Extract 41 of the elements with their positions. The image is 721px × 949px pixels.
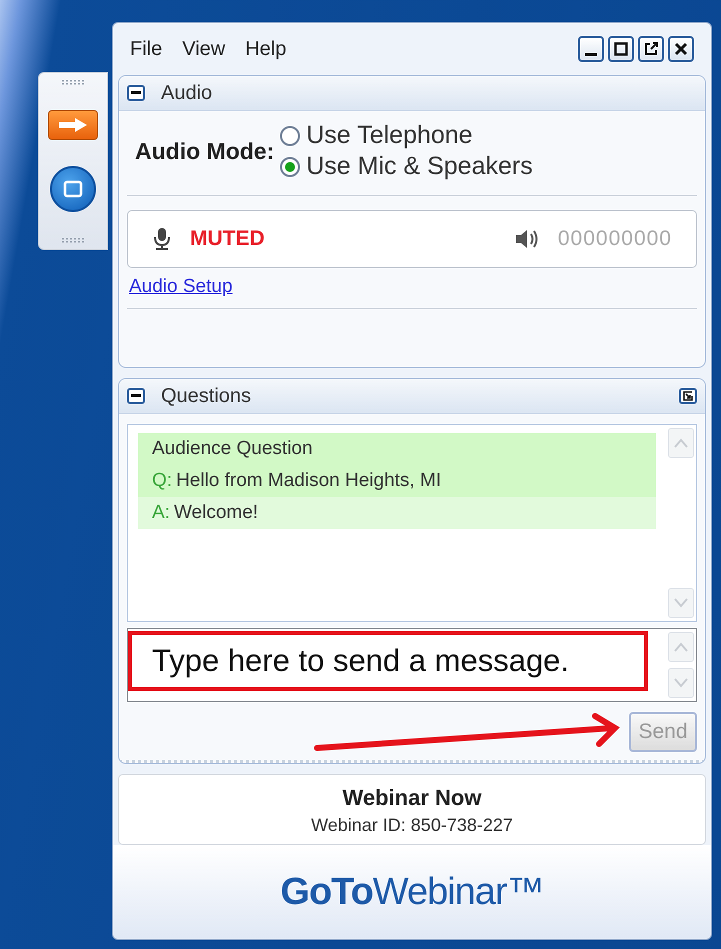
prefix-label: Q: (152, 470, 172, 491)
menu-item[interactable]: File (130, 38, 162, 60)
answer-text: Welcome! (174, 502, 258, 523)
collapse-button[interactable] (127, 85, 145, 101)
minus-icon (131, 91, 141, 95)
popout-icon (644, 42, 658, 56)
square-icon (63, 180, 83, 198)
audio-mode-label: Audio Mode: (135, 138, 274, 164)
speaker-reading: 000000000 (558, 227, 672, 251)
speaker-icon (514, 228, 540, 250)
menu-item[interactable]: Help (245, 38, 286, 60)
minimize-icon (585, 52, 597, 56)
minimize-button[interactable] (578, 36, 604, 62)
maximize-icon (614, 42, 628, 56)
microphone-icon (152, 227, 172, 251)
popout-button[interactable] (638, 36, 664, 62)
audio-setup-link[interactable]: Audio Setup (129, 276, 233, 298)
webinar-id: Webinar ID: 850-738-227 (311, 815, 513, 836)
arrow-button[interactable] (48, 110, 98, 140)
question-heading: Audience Question (138, 433, 656, 465)
arrow-icon (57, 117, 89, 134)
panel-title: Questions (161, 384, 252, 408)
grip-icon (61, 79, 85, 85)
radio-option[interactable]: Use Mic & Speakers (280, 152, 533, 181)
grip-icon (61, 236, 85, 243)
minus-icon (131, 394, 141, 398)
collapse-button[interactable] (127, 388, 145, 404)
close-button[interactable] (668, 36, 694, 62)
question-text: Hello from Madison Heights, MI (176, 470, 442, 491)
screen-button[interactable] (50, 166, 96, 212)
close-icon (674, 42, 688, 56)
logo: GoToWebinar™ (280, 870, 544, 914)
prefix-label: A: (152, 502, 170, 523)
maximize-button[interactable] (608, 36, 634, 62)
menu-item[interactable]: View (182, 38, 226, 60)
popout-icon (683, 391, 693, 401)
webinar-title: Webinar Now (342, 785, 482, 811)
popout-button[interactable] (679, 388, 697, 404)
panel-title: Audio (161, 82, 212, 104)
mic-status: MUTED (190, 227, 265, 251)
radio-option[interactable]: Use Telephone (280, 121, 533, 150)
